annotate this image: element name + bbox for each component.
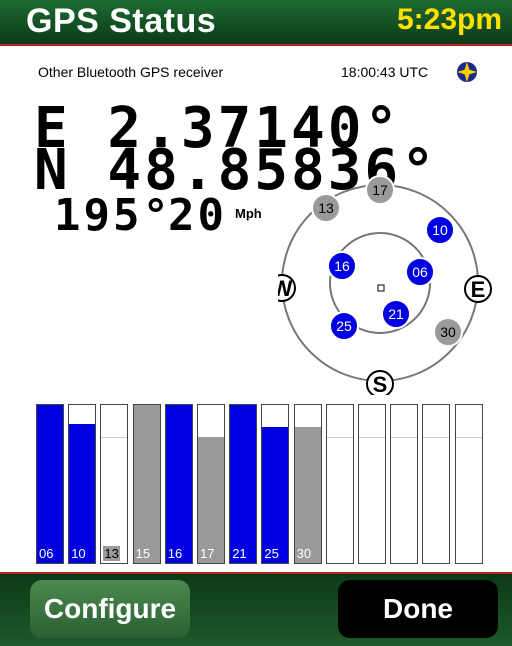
signal-strength-bars: 06 10 13 15 16 17 21 25 30 [36, 404, 486, 564]
receiver-name: Other Bluetooth GPS receiver [38, 64, 224, 80]
outer-ring [281, 184, 479, 382]
signal-bar-label: 17 [200, 546, 215, 561]
signal-bar-label: 16 [167, 546, 183, 561]
configure-button[interactable]: Configure [30, 580, 190, 638]
signal-fill [198, 436, 224, 563]
signal-bar [358, 404, 386, 564]
speed-value: 20 [168, 190, 227, 241]
signal-bar: 06 [36, 404, 64, 564]
heading: 195° [54, 190, 172, 241]
signal-bar-label: 15 [135, 546, 151, 561]
signal-bar-label: 10 [71, 546, 86, 561]
signal-bar-label: 13 [103, 546, 120, 561]
satellite-id: 30 [440, 324, 456, 340]
signal-bar [422, 404, 451, 564]
signal-bar: 21 [229, 404, 258, 564]
compass-south: S [373, 372, 388, 395]
bar-midline [391, 437, 418, 438]
satellite-id: 10 [432, 222, 448, 238]
speed-unit: Mph [235, 206, 262, 221]
satellite-id: 13 [318, 200, 334, 216]
satellite-id: 25 [336, 318, 352, 334]
signal-fill [165, 405, 192, 563]
signal-bar: 25 [261, 404, 290, 564]
signal-fill [37, 405, 63, 563]
bar-midline [423, 437, 450, 438]
bar-midline [455, 437, 482, 438]
signal-bar [390, 404, 419, 564]
bar-midline [326, 437, 353, 438]
done-button[interactable]: Done [338, 580, 498, 638]
gps-fix-icon [457, 62, 477, 82]
bar-midline [101, 437, 128, 438]
compass-east: E [471, 277, 486, 302]
signal-fill [69, 423, 96, 563]
signal-bar [454, 404, 483, 564]
clock: 5:23pm [396, 3, 502, 36]
bar-midline [359, 437, 385, 438]
app-title: GPS Status [26, 2, 217, 40]
satellite-id: 21 [388, 306, 404, 322]
signal-bar-label: 25 [264, 546, 279, 561]
signal-fill [230, 405, 257, 563]
satellite-id: 17 [372, 182, 388, 198]
signal-fill [294, 427, 321, 563]
signal-bar: 17 [197, 404, 225, 564]
satellite-sky-plot: W E S 17 13 10 16 06 21 25 30 [278, 175, 492, 395]
signal-fill [133, 405, 160, 563]
utc-time: 18:00:43 UTC [341, 64, 429, 80]
signal-bar-label: 30 [296, 546, 312, 561]
signal-bar: 15 [132, 404, 161, 564]
title-bar: GPS Status 5:23pm [0, 0, 512, 46]
satellite-id: 06 [412, 264, 428, 280]
center-marker [377, 284, 385, 292]
compass-west: W [278, 276, 293, 301]
signal-bar: 13 [100, 404, 129, 564]
signal-fill [262, 427, 289, 563]
signal-bar-label: 21 [232, 546, 247, 561]
signal-bar: 16 [164, 404, 193, 564]
signal-bar-label: 06 [39, 546, 54, 561]
signal-bar: 30 [293, 404, 322, 564]
signal-bar [325, 404, 354, 564]
signal-bar: 10 [68, 404, 97, 564]
satellite-id: 16 [334, 258, 350, 274]
